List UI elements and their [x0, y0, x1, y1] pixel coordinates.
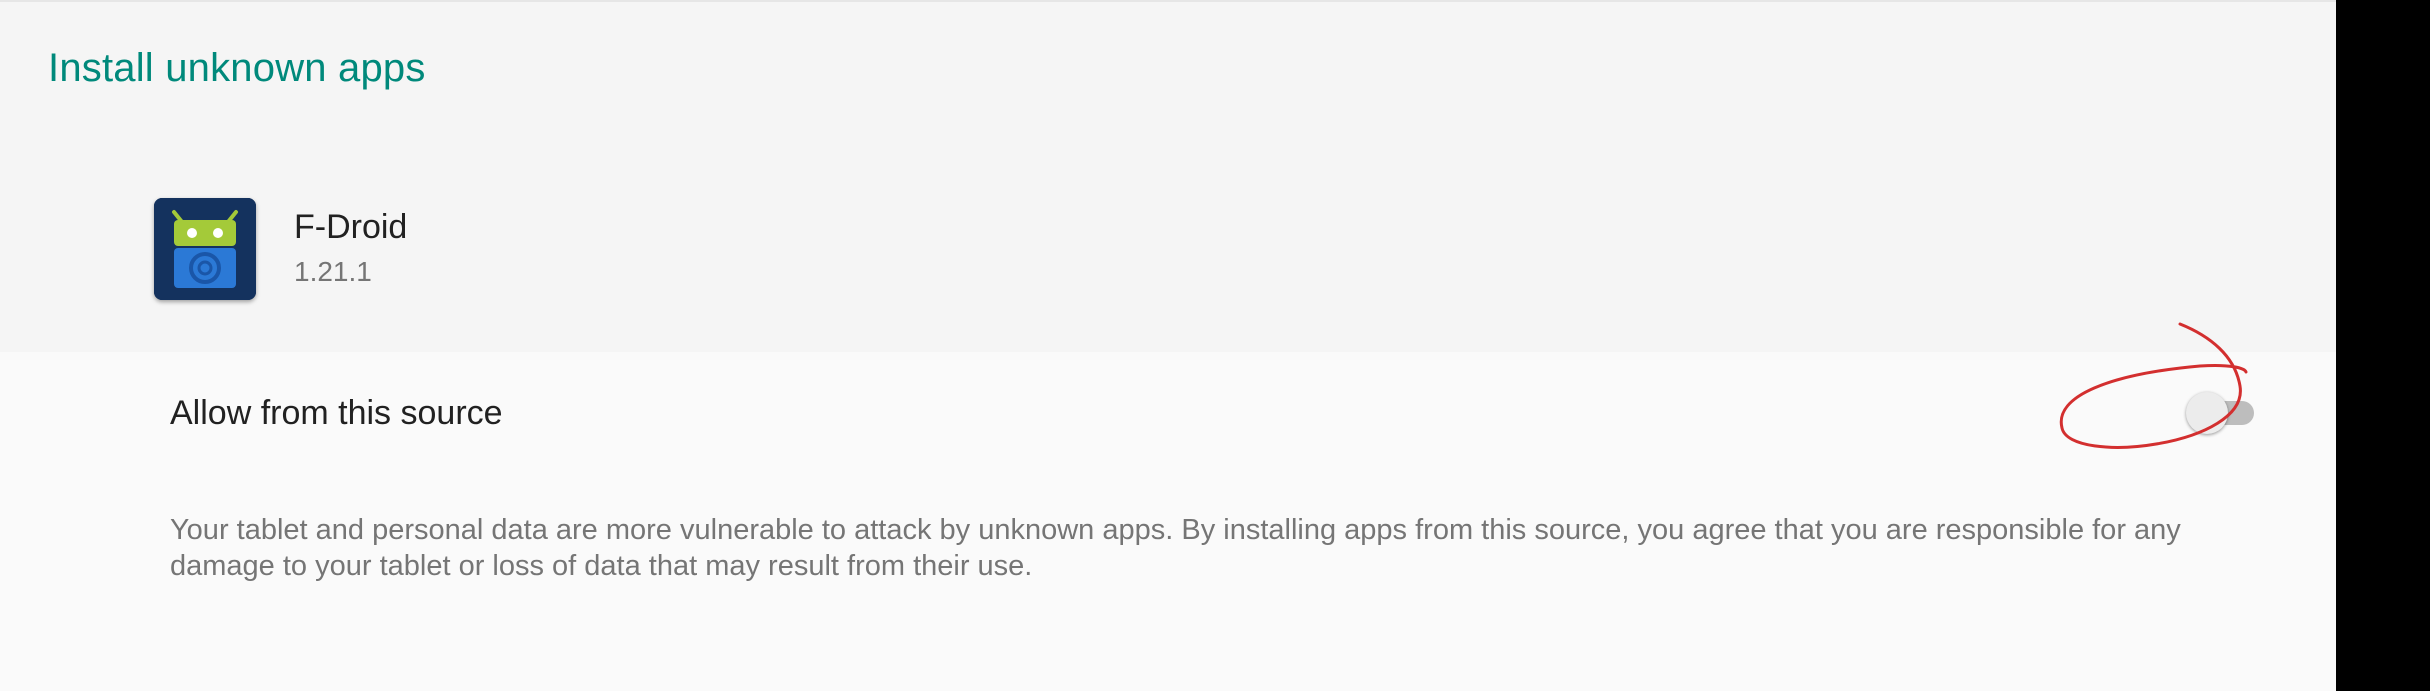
- allow-from-source-row[interactable]: Allow from this source: [0, 352, 2336, 474]
- allow-from-source-label: Allow from this source: [170, 394, 503, 432]
- app-name: F-Droid: [294, 208, 408, 246]
- page-title: Install unknown apps: [48, 46, 426, 90]
- allow-from-source-toggle[interactable]: [2186, 388, 2262, 438]
- app-info-row: F-Droid 1.21.1: [0, 182, 2336, 322]
- security-warning-text: Your tablet and personal data are more v…: [170, 514, 2181, 582]
- settings-screen: Install unknown apps F-Droid 1.21.1 Allo…: [0, 0, 2336, 691]
- toggle-thumb: [2186, 392, 2228, 434]
- app-header-section: Install unknown apps F-Droid 1.21.1: [0, 0, 2336, 352]
- f-droid-logo-icon: [154, 198, 256, 300]
- f-droid-app-icon: [154, 198, 256, 300]
- app-version: 1.21.1: [294, 256, 372, 287]
